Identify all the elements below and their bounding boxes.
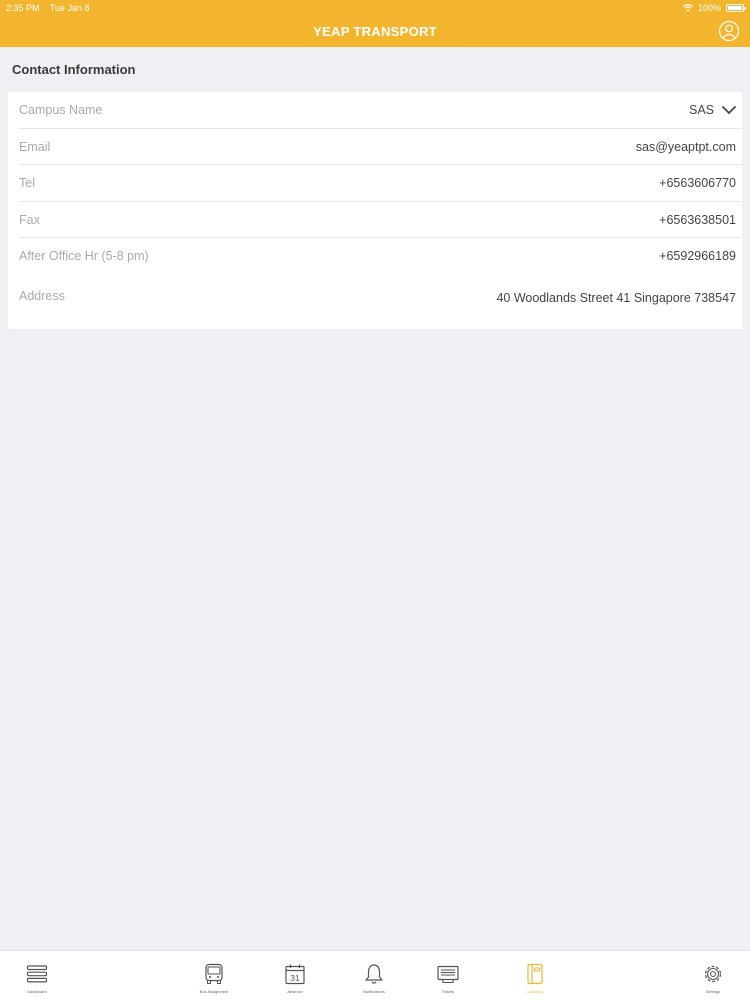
- tab-label: Contacts: [527, 989, 543, 994]
- profile-icon[interactable]: [718, 20, 740, 42]
- bell-icon: [365, 964, 383, 984]
- tab-label: Bus Assignment: [199, 989, 229, 994]
- row-label: Campus Name: [19, 103, 103, 118]
- app-title: YEAP TRANSPORT: [313, 24, 437, 39]
- status-left: 2:35 PM Tue Jan 8: [6, 3, 98, 13]
- row-label: Address: [19, 288, 65, 303]
- contact-card: Campus Name SAS Email sas@yeaptpt.com Te…: [8, 92, 742, 329]
- status-right: 100%: [683, 3, 746, 13]
- chevron-down-icon: [722, 106, 736, 115]
- tab-absence[interactable]: 31 Absence: [267, 963, 323, 994]
- status-bar: 2:35 PM Tue Jan 8 100%: [0, 0, 750, 16]
- row-label: Fax: [19, 212, 40, 227]
- row-label: Email: [19, 139, 51, 154]
- calendar-icon: 31: [285, 964, 305, 985]
- wifi-icon: [683, 4, 693, 12]
- tel-value[interactable]: +6563606770: [659, 176, 736, 190]
- section-title: Contact Information: [12, 62, 136, 77]
- tab-label: Notifications: [363, 989, 385, 994]
- email-value[interactable]: sas@yeaptpt.com: [636, 140, 736, 154]
- tab-bus-assignment[interactable]: Bus Assignment: [186, 963, 242, 994]
- tab-label: Dashboard: [27, 989, 47, 994]
- battery-percent: 100%: [697, 3, 721, 13]
- tab-label: Absence: [287, 989, 303, 994]
- status-date: Tue Jan 8: [49, 3, 90, 13]
- calendar-day: 31: [290, 973, 300, 983]
- bus-icon: [205, 963, 223, 984]
- row-label: Tel: [19, 176, 35, 191]
- battery-icon: [726, 4, 746, 12]
- campus-name-value: SAS: [688, 103, 714, 118]
- menu-icon: [26, 965, 48, 983]
- fax-row: Fax +6563638501: [8, 202, 742, 238]
- email-row: Email sas@yeaptpt.com: [8, 129, 742, 165]
- tab-notifications[interactable]: Notifications: [346, 963, 402, 994]
- after-office-row: After Office Hr (5-8 pm) +6592966189: [8, 238, 742, 275]
- fax-value: +6563638501: [659, 212, 736, 227]
- nav-bar: YEAP TRANSPORT: [0, 16, 750, 47]
- tab-contacts[interactable]: Contacts: [507, 963, 563, 994]
- gear-icon: [704, 965, 722, 983]
- tel-row: Tel +6563606770: [8, 165, 742, 202]
- tab-bar: Dashboard Bus Assignment 31 Absence Noti…: [0, 950, 750, 1000]
- tab-tickets[interactable]: Tickets: [420, 963, 476, 994]
- contacts-book-icon: [527, 963, 543, 985]
- address-row: Address 40 Woodlands Street 41 Singapore…: [8, 275, 742, 366]
- status-time: 2:35 PM: [6, 3, 40, 13]
- row-label: After Office Hr (5-8 pm): [19, 249, 149, 264]
- campus-selector[interactable]: SAS: [689, 103, 736, 117]
- tab-label: Tickets: [441, 989, 455, 994]
- tab-settings[interactable]: Settings: [685, 963, 741, 994]
- after-office-value[interactable]: +6592966189: [659, 249, 736, 263]
- campus-name-row[interactable]: Campus Name SAS: [8, 92, 742, 129]
- address-value: 40 Woodlands Street 41 Singapore 738547: [496, 290, 736, 305]
- tab-label: Settings: [705, 989, 721, 994]
- tab-dashboard[interactable]: Dashboard: [9, 963, 65, 994]
- ticket-icon: [437, 965, 459, 984]
